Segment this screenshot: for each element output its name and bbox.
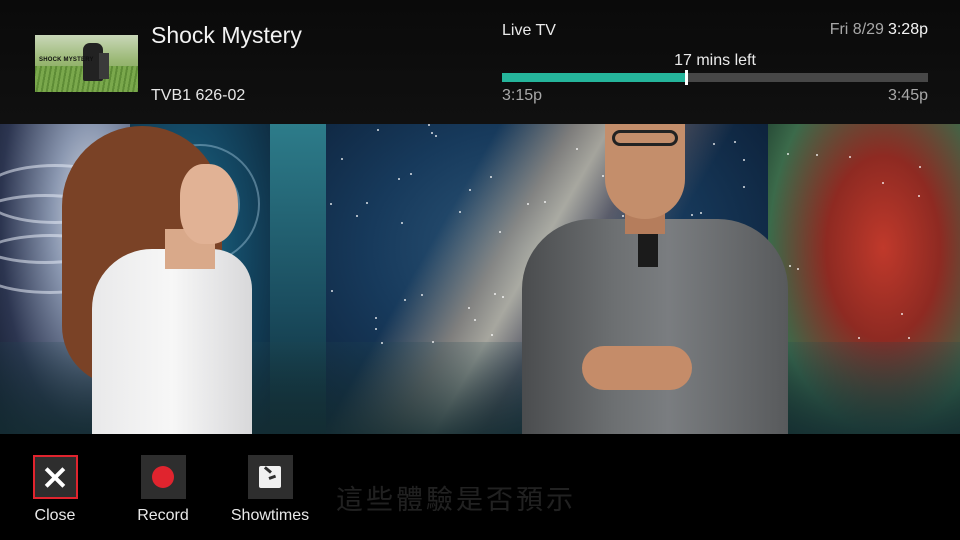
star-speck [473,318,476,321]
close-button[interactable]: Close [5,455,105,525]
star-speck [493,292,496,295]
presenter-man-glasses [612,130,678,146]
presenter-woman-body [92,249,252,434]
video-frame[interactable] [0,124,960,434]
showtimes-button-label: Showtimes [230,507,310,524]
thumbnail-camera [99,53,109,79]
program-title: Shock Mystery [151,22,302,48]
program-thumbnail: SHOCK MYSTERY [35,35,138,92]
star-speck [786,153,789,155]
showtimes-button[interactable]: Showtimes [220,455,320,525]
star-speck [403,298,406,301]
start-time: 3:15p [502,87,543,104]
current-datetime: Fri 8/29 3:28p [830,21,928,39]
presenter-woman-face [180,164,238,244]
star-speck [355,214,358,217]
clock-icon [259,466,281,488]
star-speck [376,128,379,131]
time-remaining: 17 mins left [674,52,756,69]
close-icon [44,466,66,488]
star-speck [397,177,400,180]
controls-bar: 這些體驗是否預示 Close Record Showtimes [0,434,960,540]
star-speck [489,176,492,179]
star-speck [881,182,884,185]
star-speck [431,340,434,343]
close-button-label: Close [34,507,76,524]
subtitle-caption: 這些體驗是否預示 [336,485,576,516]
current-time: 3:28p [887,21,928,38]
progress-fill [502,73,687,82]
star-speck [400,221,403,224]
progress-playhead [685,70,689,85]
star-speck [796,267,799,270]
close-button-tile[interactable] [32,455,78,499]
program-progress-bar [502,70,928,85]
end-time: 3:45p [887,87,928,104]
star-speck [742,185,745,188]
thumbnail-title-text: SHOCK MYSTERY [39,57,94,63]
record-icon [152,466,174,488]
source-label: Live TV [502,22,556,39]
star-speck [733,140,736,143]
star-speck [918,165,921,168]
star-speck [430,132,433,135]
record-button-tile[interactable] [140,455,186,499]
program-info-bar: SHOCK MYSTERY Shock Mystery TVB1 626-02 … [0,0,960,124]
channel-info: TVB1 626-02 [151,87,246,104]
record-button[interactable]: Record [113,455,213,525]
current-date: Fri 8/29 [829,21,884,38]
star-speck [742,158,745,161]
star-speck [526,202,529,205]
star-speck [468,189,471,192]
presenter-man-hands [582,346,692,390]
record-button-label: Record [137,507,189,524]
star-speck [848,156,851,159]
showtimes-button-tile[interactable] [247,455,293,499]
star-speck [712,142,715,145]
